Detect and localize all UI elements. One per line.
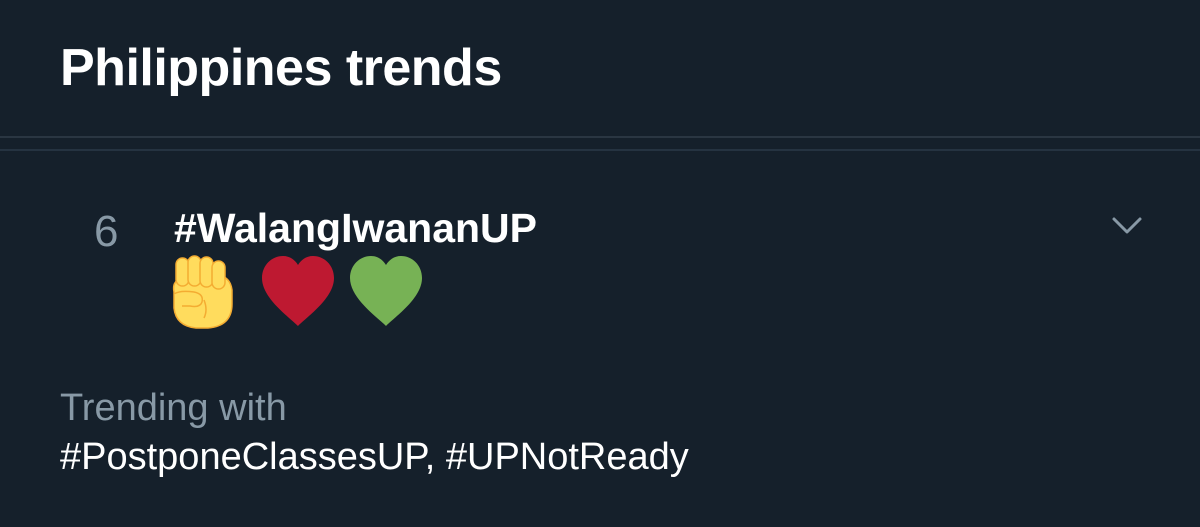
raised-fist-icon (160, 252, 240, 332)
red-heart-icon (258, 252, 338, 332)
page-header: Philippines trends (0, 0, 1200, 137)
chevron-down-icon[interactable] (1104, 205, 1150, 245)
trend-hashtag[interactable]: #WalangIwananUP (174, 203, 537, 253)
trend-rank: 6 (94, 207, 119, 256)
emoji-row (160, 252, 450, 332)
green-heart-icon (346, 252, 426, 332)
header-divider (0, 136, 1200, 138)
trending-with-tags[interactable]: #PostponeClassesUP, #UPNotReady (60, 434, 689, 480)
trend-item[interactable]: 6 #WalangIwananUP Trending with #Postpon… (0, 151, 1200, 527)
page-title: Philippines trends (60, 39, 502, 97)
trending-with-label: Trending with (60, 387, 287, 429)
